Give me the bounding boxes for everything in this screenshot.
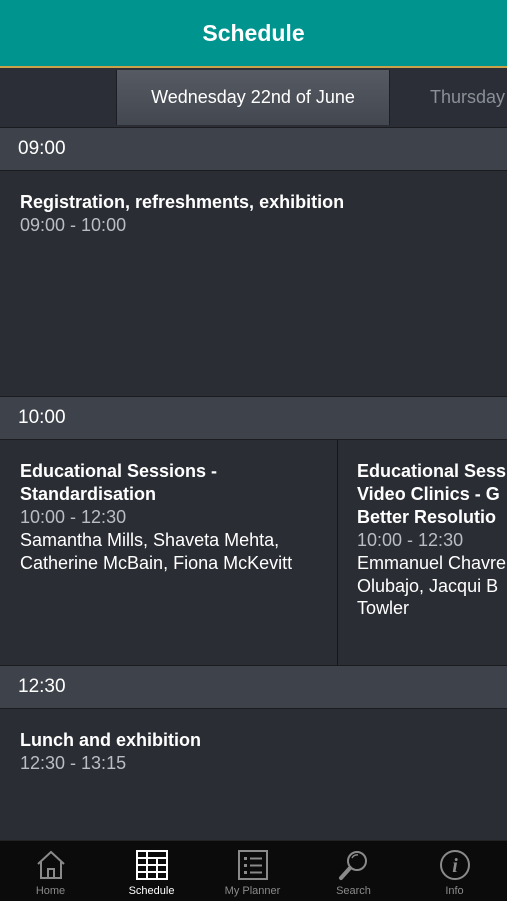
svg-text:i: i — [452, 855, 458, 877]
home-icon — [36, 850, 65, 879]
session-card[interactable]: Educational Sess Video Clinics - G Bette… — [337, 440, 507, 665]
page-title: Schedule — [202, 19, 305, 46]
tab-home[interactable]: Home — [0, 841, 101, 901]
tab-label: My Planner — [224, 885, 281, 897]
time-header-label: 12:30 — [18, 676, 66, 697]
session-card[interactable]: Educational Sessions - Standardisation 1… — [0, 440, 337, 665]
tab-search[interactable]: Search — [303, 841, 404, 901]
session-time: 09:00 - 10:00 — [20, 215, 127, 235]
session-title: Educational Sessions - Standardisation — [20, 461, 218, 504]
info-icon: i — [439, 850, 470, 880]
timeslot-row: Lunch and exhibition 12:30 - 13:15 — [0, 709, 507, 840]
session-card[interactable]: Registration, refreshments, exhibition 0… — [0, 171, 507, 396]
day-tabs: Wednesday 22nd of June Thursday — [0, 68, 507, 128]
day-tab-wednesday[interactable]: Wednesday 22nd of June — [116, 70, 390, 125]
session-time: 10:00 - 12:30 — [357, 530, 464, 550]
session-title: Lunch and exhibition — [20, 730, 201, 750]
tab-label: Schedule — [128, 885, 175, 897]
timeslot-row: Registration, refreshments, exhibition 0… — [0, 171, 507, 396]
bottom-tab-bar: Home Schedule My Planner Search i Info — [0, 840, 507, 901]
timeslot-row: Educational Sessions - Standardisation 1… — [0, 440, 507, 665]
day-tab-thursday[interactable]: Thursday — [430, 70, 505, 125]
tab-label: Home — [35, 885, 66, 897]
app-header: Schedule — [0, 0, 507, 68]
tab-schedule[interactable]: Schedule — [101, 841, 202, 901]
tab-label: Info — [445, 885, 464, 897]
session-speakers: Emmanuel Chavre Olubajo, Jacqui B Towler — [357, 553, 507, 618]
planner-list-icon — [237, 850, 268, 880]
tab-info[interactable]: i Info — [404, 841, 505, 901]
search-icon — [338, 851, 367, 880]
time-header: 12:30 — [0, 665, 507, 709]
time-header: 09:00 — [0, 127, 507, 171]
time-header-label: 10:00 — [18, 407, 66, 428]
session-card[interactable]: Lunch and exhibition 12:30 - 13:15 — [0, 709, 507, 840]
time-header-label: 09:00 — [18, 138, 66, 159]
session-time: 10:00 - 12:30 — [20, 507, 127, 527]
schedule-grid-icon — [135, 850, 168, 880]
tab-my-planner[interactable]: My Planner — [202, 841, 303, 901]
session-title: Registration, refreshments, exhibition — [20, 192, 345, 212]
time-header: 10:00 — [0, 396, 507, 440]
session-speakers: Samantha Mills, Shaveta Mehta, Catherine… — [20, 530, 293, 573]
session-time: 12:30 - 13:15 — [20, 753, 127, 773]
tab-label: Search — [336, 885, 371, 897]
session-title: Educational Sess Video Clinics - G Bette… — [357, 461, 507, 527]
